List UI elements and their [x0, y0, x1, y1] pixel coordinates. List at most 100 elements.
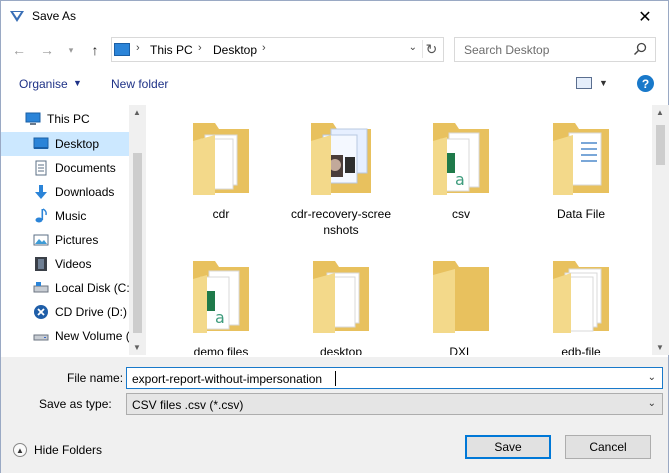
search-box[interactable]: Search Desktop [454, 37, 656, 62]
file-item-csv[interactable]: a a csv [391, 117, 531, 222]
svg-text:a: a [215, 308, 225, 327]
sidebar-item-this-pc[interactable]: This PC [1, 107, 129, 131]
recent-locations-button[interactable]: ▾ [61, 40, 81, 60]
file-name: cdr [212, 207, 230, 221]
sidebar-item-downloads[interactable]: Downloads [1, 180, 129, 204]
sidebar-item-cd-drive[interactable]: CD Drive (D:) X [1, 300, 138, 324]
sidebar-item-label: Pictures [55, 233, 99, 247]
breadcrumb-separator-icon: › [136, 42, 140, 54]
file-item-cdr-recovery-screenshots[interactable]: cdr-recovery-scree nshots [271, 117, 411, 238]
sidebar-item-label: Music [55, 209, 87, 223]
sidebar-item-desktop[interactable]: Desktop [1, 132, 129, 156]
change-view-icon[interactable] [576, 77, 592, 89]
file-name-input[interactable]: export-report-without-impersonation ⌄ [126, 367, 663, 389]
save-button[interactable]: Save [465, 435, 551, 459]
file-name: edb-file [561, 345, 601, 355]
refresh-button[interactable]: ↻ [422, 40, 440, 58]
computer-icon [114, 43, 130, 56]
back-button[interactable]: ← [9, 40, 29, 60]
chevron-down-icon[interactable]: ⌄ [648, 372, 656, 383]
scroll-up-icon[interactable]: ▲ [133, 108, 141, 117]
save-as-type-select[interactable]: CSV files .csv (*.csv) ⌄ [126, 393, 663, 415]
text-cursor [335, 371, 336, 386]
close-icon: ✕ [638, 8, 652, 26]
sidebar-item-pictures[interactable]: Pictures [1, 228, 129, 252]
sidebar-item-music[interactable]: Music [1, 204, 129, 228]
sidebar-item-label: This PC [47, 112, 90, 126]
file-item-cdr[interactable]: cdr [151, 117, 291, 222]
cancel-button[interactable]: Cancel [565, 435, 651, 459]
chevron-down-icon[interactable]: ▼ [73, 78, 82, 88]
chevron-down-icon: ▾ [68, 44, 74, 55]
folder-with-documents-icon [553, 123, 609, 195]
chevron-down-icon[interactable]: ⌄ [648, 398, 656, 409]
save-as-type-value: CSV files .csv (*.csv) [132, 398, 244, 412]
sidebar-item-new-volume[interactable]: New Volume ( [1, 324, 130, 348]
breadcrumb-separator-icon: › [262, 42, 266, 54]
breadcrumb-this-pc[interactable]: This PC [150, 43, 193, 57]
help-button[interactable]: ? [637, 75, 654, 92]
close-button[interactable]: ✕ [622, 1, 668, 32]
file-name-value: export-report-without-impersonation [132, 372, 323, 386]
scrollbar-thumb[interactable] [656, 125, 665, 165]
file-name: csv [452, 207, 470, 221]
sidebar-item-documents[interactable]: Documents [1, 156, 129, 180]
app-icon [10, 11, 24, 22]
downloads-icon [35, 185, 47, 199]
desktop-icon [33, 137, 49, 149]
address-dropdown-icon[interactable]: ⌄ [409, 42, 417, 53]
cd-drive-icon [34, 305, 48, 319]
search-placeholder: Search Desktop [464, 43, 550, 57]
file-item-edb-file[interactable]: edb-file [511, 255, 651, 355]
file-name: DXL [449, 345, 473, 355]
hide-folders-button[interactable]: ▲ Hide Folders [13, 443, 102, 457]
file-item-desktop[interactable]: desktop [271, 255, 411, 355]
dialog-footer: ▲ Hide Folders Save Cancel [1, 431, 668, 473]
file-list: cdr cdr-recovery-scree nshots a csv Data… [151, 105, 651, 355]
folder-with-spreadsheets-icon: a a [433, 123, 489, 195]
forward-button[interactable]: → [37, 40, 57, 60]
drive-icon [33, 334, 49, 341]
folder-with-documents-icon [313, 261, 369, 333]
up-button[interactable]: ↑ [85, 40, 105, 60]
view-options-chevron-icon[interactable]: ▼ [599, 78, 608, 88]
window-title: Save As [32, 9, 77, 23]
address-bar[interactable]: › This PC › Desktop › ⌄ ↻ [111, 37, 444, 62]
navigation-scrollbar[interactable]: ▲ ▼ [129, 105, 146, 355]
file-item-demo-files[interactable]: a a demo files [151, 255, 291, 355]
breadcrumb-separator-icon: › [198, 42, 202, 54]
sidebar-item-label: Downloads [55, 185, 115, 199]
file-item-data-file[interactable]: Data File [511, 117, 651, 222]
sidebar-item-label: CD Drive (D:) X [55, 305, 139, 319]
save-form: File name: export-report-without-imperso… [1, 357, 668, 437]
file-name: desktop [319, 345, 363, 355]
scroll-down-icon[interactable]: ▼ [656, 343, 664, 352]
title-bar: Save As ✕ [1, 1, 668, 32]
new-folder-button[interactable]: New folder [111, 77, 168, 91]
sidebar-item-local-disk[interactable]: Local Disk (C:) [1, 276, 134, 300]
search-icon [633, 42, 647, 56]
scrollbar-thumb[interactable] [133, 153, 142, 333]
organise-menu[interactable]: Organise [19, 77, 68, 91]
scroll-up-icon[interactable]: ▲ [656, 108, 664, 117]
file-name: demo files [193, 345, 249, 355]
folder-icon [433, 261, 489, 333]
file-name-wrapped: cdr-recovery-scree nshots [271, 206, 411, 238]
hide-folders-label: Hide Folders [34, 443, 103, 457]
address-row: ← → ▾ ↑ › This PC › Desktop › ⌄ ↻ Search… [1, 34, 668, 66]
navigation-pane: This PC Desktop Documents Downloads Musi… [1, 105, 146, 355]
file-list-scrollbar[interactable]: ▲ ▼ [652, 105, 669, 355]
sidebar-item-videos[interactable]: Videos [1, 252, 129, 276]
sidebar-item-label: New Volume ( [55, 329, 130, 343]
breadcrumb-desktop[interactable]: Desktop [213, 43, 257, 57]
sidebar-item-label: Videos [55, 257, 92, 271]
pictures-icon [33, 234, 49, 246]
file-name-line-1: cdr-recovery-scree [290, 207, 392, 221]
file-name-label: File name: [67, 371, 124, 385]
refresh-icon: ↻ [425, 40, 438, 57]
file-item-dxl[interactable]: DXL [391, 255, 531, 355]
folder-with-documents-icon [193, 123, 249, 195]
music-icon [35, 208, 47, 223]
scroll-down-icon[interactable]: ▼ [133, 343, 141, 352]
folder-with-spreadsheets-icon: a a [193, 261, 249, 333]
